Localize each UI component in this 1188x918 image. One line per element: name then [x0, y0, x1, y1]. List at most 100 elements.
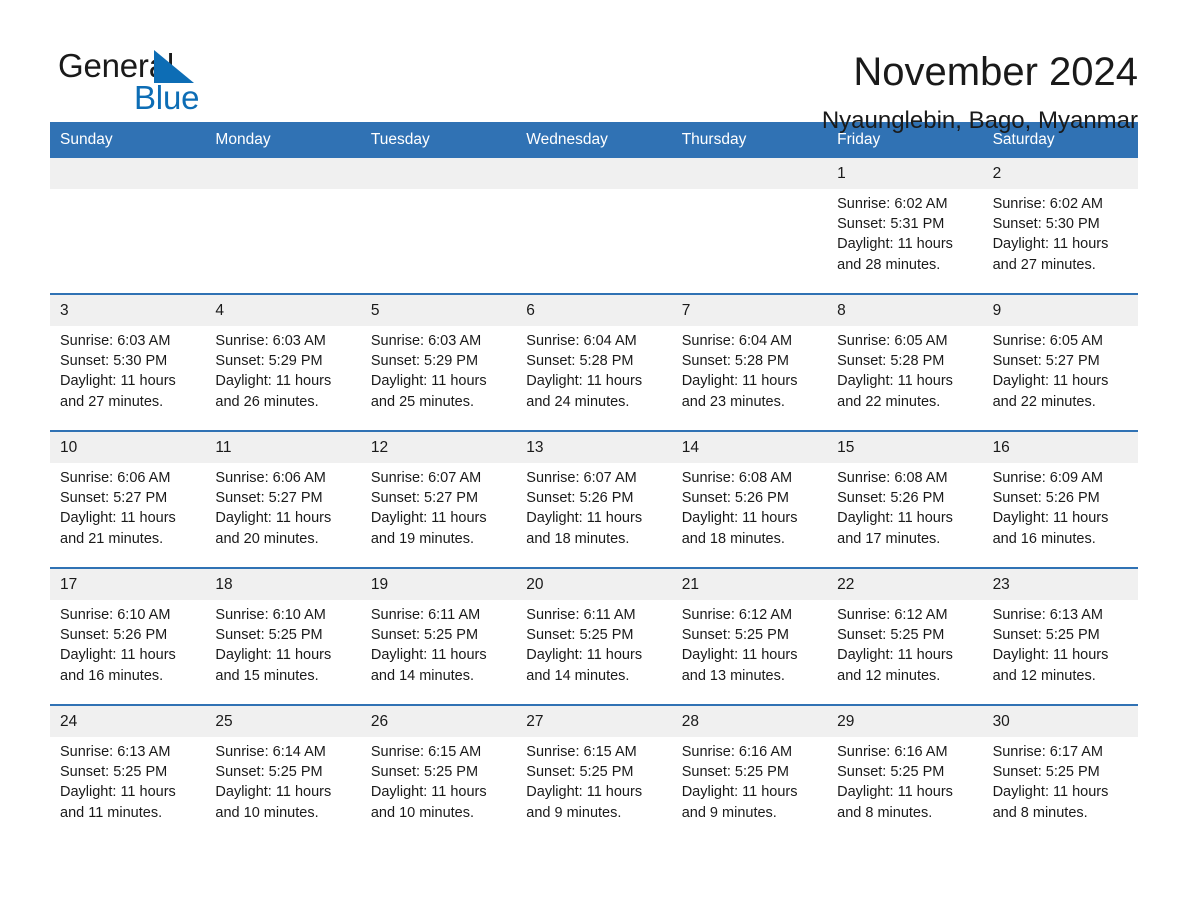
day-number[interactable]: 2 [983, 158, 1138, 189]
day-number-empty [205, 158, 360, 189]
sunset-text: Sunset: 5:25 PM [992, 627, 1100, 644]
day-number[interactable]: 7 [672, 295, 827, 326]
page-header: General Blue November 2024 Nyaunglebin, … [0, 0, 1188, 134]
day-cell[interactable]: Sunrise: 6:03 AM Sunset: 5:29 PM Daylight:… [205, 326, 360, 430]
day-cell[interactable]: Sunrise: 6:17 AM Sunset: 5:25 PM Daylight:… [983, 737, 1138, 841]
day-cell[interactable]: Sunrise: 6:14 AM Sunset: 5:25 PM Daylight:… [205, 737, 360, 841]
daylight-minutes-text: and 11 minutes. [60, 804, 163, 821]
weekday-header-monday: Monday [215, 131, 271, 148]
sunset-text: Sunset: 5:28 PM [681, 353, 789, 370]
sunset-text: Sunset: 5:30 PM [60, 353, 168, 370]
sunrise-text: Sunrise: 6:16 AM [837, 744, 948, 760]
day-cell[interactable]: Sunrise: 6:08 AM Sunset: 5:26 PM Daylight:… [827, 463, 982, 567]
day-number[interactable]: 26 [361, 706, 516, 737]
day-cell[interactable]: Sunrise: 6:15 AM Sunset: 5:25 PM Daylight:… [516, 737, 671, 841]
day-number[interactable]: 22 [827, 569, 982, 600]
day-number[interactable]: 4 [205, 295, 360, 326]
sunset-text: Sunset: 5:25 PM [526, 627, 634, 644]
day-number[interactable]: 28 [672, 706, 827, 737]
daylight-text: Daylight: 11 hours [370, 373, 487, 390]
day-number[interactable]: 13 [516, 432, 671, 463]
day-cell[interactable]: Sunrise: 6:03 AM Sunset: 5:29 PM Daylight:… [361, 326, 516, 430]
daylight-text: Daylight: 11 hours [681, 784, 798, 801]
day-number[interactable]: 16 [983, 432, 1138, 463]
sunrise-text: Sunrise: 6:04 AM [526, 333, 637, 349]
daylight-text: Daylight: 11 hours [215, 373, 332, 390]
day-cell[interactable]: Sunrise: 6:12 AM Sunset: 5:25 PM Daylight:… [672, 600, 827, 704]
sunset-text: Sunset: 5:25 PM [60, 764, 168, 781]
daylight-minutes-text: and 25 minutes. [370, 393, 475, 410]
day-number[interactable]: 1 [827, 158, 982, 189]
sunrise-text: Sunrise: 6:12 AM [681, 607, 793, 623]
day-cell[interactable]: Sunrise: 6:13 AM Sunset: 5:25 PM Daylight:… [50, 737, 205, 841]
day-cell[interactable]: Sunrise: 6:11 AM Sunset: 5:25 PM Daylight:… [516, 600, 671, 704]
day-number[interactable]: 9 [983, 295, 1138, 326]
day-cell[interactable]: Sunrise: 6:05 AM Sunset: 5:27 PM Daylight:… [983, 326, 1138, 430]
day-number[interactable]: 3 [50, 295, 205, 326]
daylight-text: Daylight: 11 hours [526, 647, 643, 664]
day-number[interactable]: 15 [827, 432, 982, 463]
day-cell[interactable]: Sunrise: 6:07 AM Sunset: 5:27 PM Daylight:… [361, 463, 516, 567]
day-cell[interactable]: Sunrise: 6:07 AM Sunset: 5:26 PM Daylight:… [516, 463, 671, 567]
day-cell[interactable]: Sunrise: 6:11 AM Sunset: 5:25 PM Daylight:… [361, 600, 516, 704]
day-number[interactable]: 25 [205, 706, 360, 737]
day-number[interactable]: 17 [50, 569, 205, 600]
day-number[interactable]: 30 [983, 706, 1138, 737]
day-number[interactable]: 18 [205, 569, 360, 600]
weekday-header-friday: Friday [837, 131, 881, 148]
day-number[interactable]: 5 [361, 295, 516, 326]
day-cell[interactable]: Sunrise: 6:16 AM Sunset: 5:25 PM Daylight:… [672, 737, 827, 841]
day-number[interactable]: 21 [672, 569, 827, 600]
day-number[interactable]: 11 [205, 432, 360, 463]
day-cell[interactable]: Sunrise: 6:04 AM Sunset: 5:28 PM Daylight:… [672, 326, 827, 430]
day-cell[interactable]: Sunrise: 6:13 AM Sunset: 5:25 PM Daylight:… [983, 600, 1138, 704]
week-detail-band: Sunrise: 6:03 AM Sunset: 5:30 PM Daylight:… [50, 326, 1138, 430]
day-number[interactable]: 10 [50, 432, 205, 463]
daylight-minutes-text: and 9 minutes. [681, 804, 777, 821]
daylight-text: Daylight: 11 hours [992, 784, 1109, 801]
sunset-text: Sunset: 5:27 PM [370, 490, 479, 507]
calendar-week-row: 3 4 5 6 7 8 9 Sunrise: 6:03 AM Sunset: 5:30 PM Da… [50, 293, 1138, 430]
day-cell[interactable]: Sunrise: 6:16 AM Sunset: 5:25 PM Daylight:… [827, 737, 982, 841]
weekday-header-sunday: Sunday [60, 131, 113, 148]
day-number[interactable]: 23 [983, 569, 1138, 600]
day-number[interactable]: 12 [361, 432, 516, 463]
day-cell-empty [516, 189, 671, 293]
day-cell[interactable]: Sunrise: 6:05 AM Sunset: 5:28 PM Daylight:… [827, 326, 982, 430]
day-number[interactable]: 19 [361, 569, 516, 600]
day-cell[interactable]: Sunrise: 6:06 AM Sunset: 5:27 PM Daylight:… [50, 463, 205, 567]
sunrise-text: Sunrise: 6:10 AM [60, 607, 171, 623]
day-cell[interactable]: Sunrise: 6:03 AM Sunset: 5:30 PM Daylight:… [50, 326, 205, 430]
sunrise-text: Sunrise: 6:03 AM [215, 333, 326, 349]
day-number[interactable]: 24 [50, 706, 205, 737]
week-date-band: 24 25 26 27 28 29 30 [50, 706, 1138, 737]
day-cell[interactable]: Sunrise: 6:09 AM Sunset: 5:26 PM Daylight:… [983, 463, 1138, 567]
day-cell[interactable]: Sunrise: 6:08 AM Sunset: 5:26 PM Daylight:… [672, 463, 827, 567]
day-cell[interactable]: Sunrise: 6:10 AM Sunset: 5:25 PM Daylight:… [205, 600, 360, 704]
day-number[interactable]: 20 [516, 569, 671, 600]
daylight-minutes-text: and 10 minutes. [370, 804, 475, 821]
day-cell[interactable]: Sunrise: 6:04 AM Sunset: 5:28 PM Daylight:… [516, 326, 671, 430]
day-number[interactable]: 14 [672, 432, 827, 463]
daylight-text: Daylight: 11 hours [370, 510, 487, 527]
day-cell[interactable]: Sunrise: 6:06 AM Sunset: 5:27 PM Daylight:… [205, 463, 360, 567]
day-cell[interactable]: Sunrise: 6:10 AM Sunset: 5:26 PM Daylight:… [50, 600, 205, 704]
sunrise-text: Sunrise: 6:15 AM [526, 744, 637, 760]
day-number[interactable]: 27 [516, 706, 671, 737]
calendar-table: Sunday Monday Tuesday Wednesday Thursday… [50, 122, 1138, 841]
daylight-minutes-text: and 16 minutes. [992, 530, 1096, 547]
day-cell[interactable]: Sunrise: 6:02 AM Sunset: 5:30 PM Daylight:… [983, 189, 1138, 293]
day-number[interactable]: 8 [827, 295, 982, 326]
sunrise-text: Sunrise: 6:09 AM [992, 470, 1103, 486]
day-number-empty [361, 158, 516, 189]
day-number[interactable]: 29 [827, 706, 982, 737]
daylight-text: Daylight: 11 hours [681, 647, 798, 664]
day-cell[interactable]: Sunrise: 6:15 AM Sunset: 5:25 PM Daylight:… [361, 737, 516, 841]
daylight-text: Daylight: 11 hours [992, 373, 1109, 390]
day-number[interactable]: 6 [516, 295, 671, 326]
daylight-text: Daylight: 11 hours [215, 510, 332, 527]
day-cell[interactable]: Sunrise: 6:02 AM Sunset: 5:31 PM Daylight:… [827, 189, 982, 293]
daylight-minutes-text: and 9 minutes. [526, 804, 622, 821]
day-cell[interactable]: Sunrise: 6:12 AM Sunset: 5:25 PM Daylight:… [827, 600, 982, 704]
daylight-minutes-text: and 10 minutes. [215, 804, 319, 821]
